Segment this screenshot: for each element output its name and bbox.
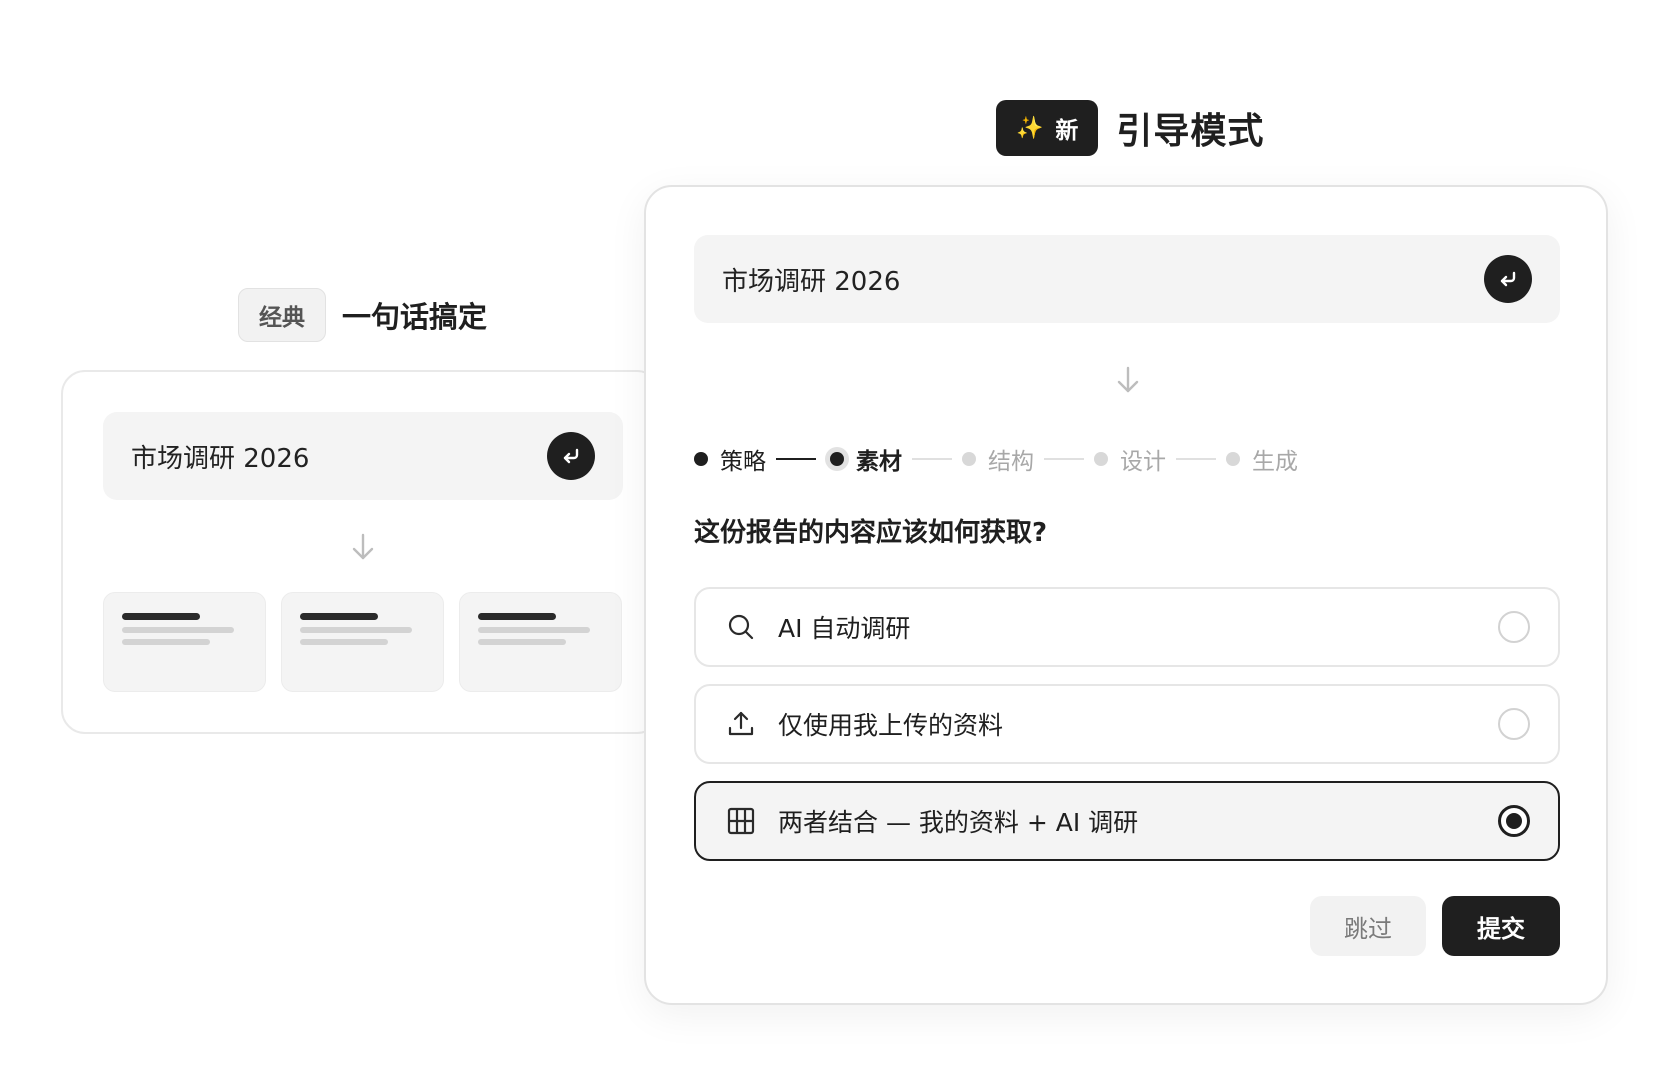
option-label: AI 自动调研: [778, 614, 911, 643]
guided-prompt-input[interactable]: 市场调研 2026: [694, 235, 1560, 323]
enter-icon: [563, 448, 579, 464]
step-connector: [1044, 458, 1084, 460]
classic-prompt-input[interactable]: 市场调研 2026: [103, 412, 623, 500]
new-badge-label: 新: [1055, 118, 1079, 144]
step-dot: [1226, 452, 1240, 466]
step-dot: [1094, 452, 1108, 466]
submit-button[interactable]: 提交: [1442, 896, 1560, 956]
option-ai-research[interactable]: AI 自动调研: [694, 587, 1560, 667]
slide-thumbnail: [103, 592, 266, 692]
step-label: 设计: [1120, 449, 1166, 475]
stage: 经典 一句话搞定 市场调研 2026 ✨ 新 引导模式 市场调研 2026 策略…: [0, 0, 1680, 1080]
classic-header: 经典 一句话搞定: [238, 288, 487, 342]
question-text: 这份报告的内容应该如何获取?: [694, 518, 1048, 548]
step-connector: [776, 458, 816, 460]
step-label: 结构: [988, 449, 1034, 475]
step-label: 生成: [1252, 449, 1298, 475]
guided-card: 市场调研 2026 策略 素材 结构 设计 生成 这份报告的内容应该如何获取? …: [644, 185, 1608, 1005]
sparkles-icon: ✨: [1016, 115, 1044, 141]
arrow-down-icon: [349, 532, 377, 562]
option-combined[interactable]: 两者结合 — 我的资料 + AI 调研: [694, 781, 1560, 861]
step-dot: [694, 452, 708, 466]
slide-thumbnail: [459, 592, 622, 692]
classic-card: 市场调研 2026: [61, 370, 661, 734]
guided-submit-prompt-button[interactable]: [1484, 255, 1532, 303]
skip-button[interactable]: 跳过: [1310, 896, 1426, 956]
step-generate: 生成: [1226, 442, 1298, 476]
option-label: 两者结合 — 我的资料 + AI 调研: [778, 808, 1139, 837]
guided-title: 引导模式: [1116, 111, 1265, 152]
new-badge: ✨ 新: [996, 100, 1099, 156]
classic-badge: 经典: [238, 288, 326, 342]
option-label: 仅使用我上传的资料: [778, 711, 1004, 740]
guided-prompt-text: 市场调研 2026: [722, 266, 901, 297]
classic-prompt-text: 市场调研 2026: [131, 443, 310, 474]
classic-submit-button[interactable]: [547, 432, 595, 480]
step-connector: [912, 458, 952, 460]
step-material: 素材: [826, 442, 902, 476]
step-structure: 结构: [962, 442, 1034, 476]
option-uploaded-only[interactable]: 仅使用我上传的资料: [694, 684, 1560, 764]
upload-icon: [726, 709, 756, 739]
step-strategy: 策略: [694, 442, 766, 476]
slide-thumbnail: [281, 592, 444, 692]
search-icon: [726, 612, 756, 642]
radio-button-selected[interactable]: [1498, 805, 1530, 837]
step-label: 策略: [720, 449, 766, 475]
radio-dot: [1506, 813, 1522, 829]
step-dot: [962, 452, 976, 466]
step-connector: [1176, 458, 1216, 460]
radio-button[interactable]: [1498, 708, 1530, 740]
step-design: 设计: [1094, 442, 1166, 476]
grid-icon: [726, 806, 756, 836]
step-dot: [830, 452, 844, 466]
radio-button[interactable]: [1498, 611, 1530, 643]
arrow-down-icon: [1114, 365, 1142, 395]
step-label: 素材: [856, 449, 902, 475]
stepper: 策略 素材 结构 设计 生成: [694, 442, 1298, 476]
classic-title: 一句话搞定: [342, 300, 488, 334]
guided-header: ✨ 新 引导模式: [996, 100, 1264, 156]
enter-icon: [1500, 271, 1516, 287]
